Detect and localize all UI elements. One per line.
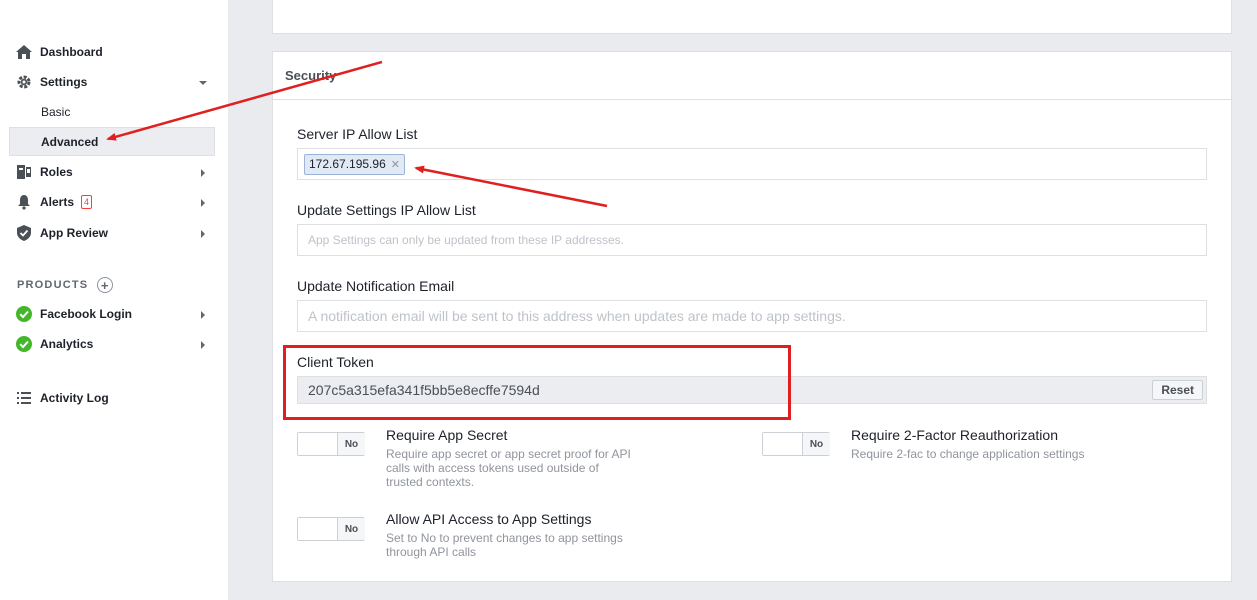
ip-tag-label: 172.67.195.96 xyxy=(309,157,386,171)
sidebar-item-label: Dashboard xyxy=(40,45,103,59)
alerts-count-badge: 4 xyxy=(81,195,93,209)
chevron-right-icon xyxy=(198,167,208,181)
chevron-down-icon xyxy=(198,77,208,91)
sidebar-item-label: Activity Log xyxy=(40,391,109,405)
gear-icon xyxy=(16,74,32,90)
require-2fa-desc: Require 2-fac to change application sett… xyxy=(851,447,1085,461)
ip-tag: 172.67.195.96 ✕ xyxy=(304,153,405,175)
server-ip-input[interactable]: 172.67.195.96 ✕ xyxy=(297,148,1207,180)
toggle-value: No xyxy=(338,518,365,540)
require-app-secret-desc: Require app secret or app secret proof f… xyxy=(386,447,631,489)
notification-email-label: Update Notification Email xyxy=(297,278,455,294)
sidebar-item-label: App Review xyxy=(40,226,109,240)
sidebar-item-app-review[interactable]: App Review xyxy=(16,223,212,243)
sidebar-subitem-advanced[interactable]: Advanced xyxy=(9,127,215,156)
sidebar-item-alerts[interactable]: Alerts 4 xyxy=(16,192,212,212)
sidebar-item-label: Analytics xyxy=(40,337,94,351)
sidebar-item-settings[interactable]: Settings xyxy=(16,72,212,92)
require-2fa-title: Require 2-Factor Reauthorization xyxy=(851,427,1058,443)
sidebar-item-label: Facebook Login xyxy=(40,307,133,321)
require-2fa-toggle[interactable]: No xyxy=(762,432,830,456)
sidebar-subitem-basic[interactable]: Basic xyxy=(41,105,70,119)
list-icon xyxy=(16,390,32,406)
require-app-secret-toggle[interactable]: No xyxy=(297,432,365,456)
products-label: PRODUCTS xyxy=(17,279,89,291)
add-product-icon[interactable]: + xyxy=(97,277,114,293)
sidebar: Dashboard Settings Basic Advanced Roles … xyxy=(0,0,228,600)
toggle-value: No xyxy=(803,433,830,455)
sidebar-item-roles[interactable]: Roles xyxy=(16,162,212,182)
products-heading: PRODUCTS + xyxy=(17,277,114,293)
update-ip-label: Update Settings IP Allow List xyxy=(297,202,476,218)
bell-icon xyxy=(16,194,32,210)
update-ip-input[interactable]: App Settings can only be updated from th… xyxy=(297,224,1207,256)
security-card: Security Server IP Allow List 172.67.195… xyxy=(272,51,1232,582)
previous-section-card xyxy=(272,0,1232,34)
client-token-highlight-box xyxy=(283,345,791,420)
sidebar-item-facebook-login[interactable]: Facebook Login xyxy=(16,304,212,324)
allow-api-access-title: Allow API Access to App Settings xyxy=(386,511,592,527)
chevron-right-icon xyxy=(198,309,208,323)
sidebar-item-label: Settings xyxy=(40,75,88,89)
sidebar-item-analytics[interactable]: Analytics xyxy=(16,334,212,354)
notification-email-input[interactable]: A notification email will be sent to thi… xyxy=(297,300,1207,332)
roles-icon xyxy=(16,164,32,180)
chevron-right-icon xyxy=(198,228,208,242)
sidebar-item-label: Roles xyxy=(40,165,73,179)
shield-check-icon xyxy=(16,225,32,241)
chevron-right-icon xyxy=(198,339,208,353)
check-circle-icon xyxy=(16,306,32,322)
reset-button[interactable]: Reset xyxy=(1152,380,1203,400)
security-title: Security xyxy=(273,52,1231,100)
toggle-knob xyxy=(763,433,803,455)
sidebar-subitem-label: Advanced xyxy=(41,135,99,149)
toggle-knob xyxy=(298,433,338,455)
chevron-right-icon xyxy=(198,197,208,211)
server-ip-label: Server IP Allow List xyxy=(297,126,418,142)
toggle-value: No xyxy=(338,433,365,455)
check-circle-icon xyxy=(16,336,32,352)
sidebar-item-label: Alerts xyxy=(40,195,75,209)
home-icon xyxy=(16,44,32,60)
sidebar-item-dashboard[interactable]: Dashboard xyxy=(16,42,212,62)
allow-api-access-toggle[interactable]: No xyxy=(297,517,365,541)
require-app-secret-title: Require App Secret xyxy=(386,427,508,443)
allow-api-access-desc: Set to No to prevent changes to app sett… xyxy=(386,531,623,559)
sidebar-item-activity-log[interactable]: Activity Log xyxy=(16,388,212,408)
remove-tag-icon[interactable]: ✕ xyxy=(391,158,400,171)
toggle-knob xyxy=(298,518,338,540)
